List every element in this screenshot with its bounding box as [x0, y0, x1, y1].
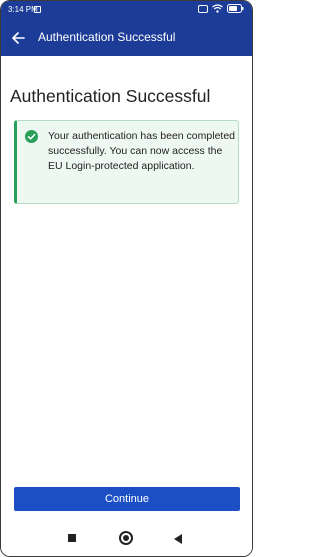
app-bar: Authentication Successful: [1, 19, 252, 56]
phone-frame: 3:14 PM Authentication Successful Authen…: [0, 0, 253, 557]
check-circle-icon: [25, 130, 38, 143]
recents-icon[interactable]: [68, 534, 76, 542]
notification-icon: [34, 6, 41, 13]
system-nav-bar: [1, 524, 252, 556]
back-icon[interactable]: [173, 532, 183, 550]
screen-record-icon: [198, 4, 208, 13]
alert-message: Your authentication has been completed s…: [48, 130, 236, 172]
app-bar-title: Authentication Successful: [38, 30, 176, 44]
success-alert: Your authentication has been completed s…: [14, 120, 239, 204]
status-bar: 3:14 PM: [1, 1, 252, 19]
battery-icon: [227, 4, 244, 13]
page-title: Authentication Successful: [10, 86, 211, 106]
status-icons: [198, 4, 244, 13]
continue-button[interactable]: Continue: [14, 487, 240, 511]
wifi-icon: [212, 4, 223, 13]
back-arrow-icon[interactable]: [9, 29, 27, 47]
home-icon[interactable]: [119, 531, 133, 545]
